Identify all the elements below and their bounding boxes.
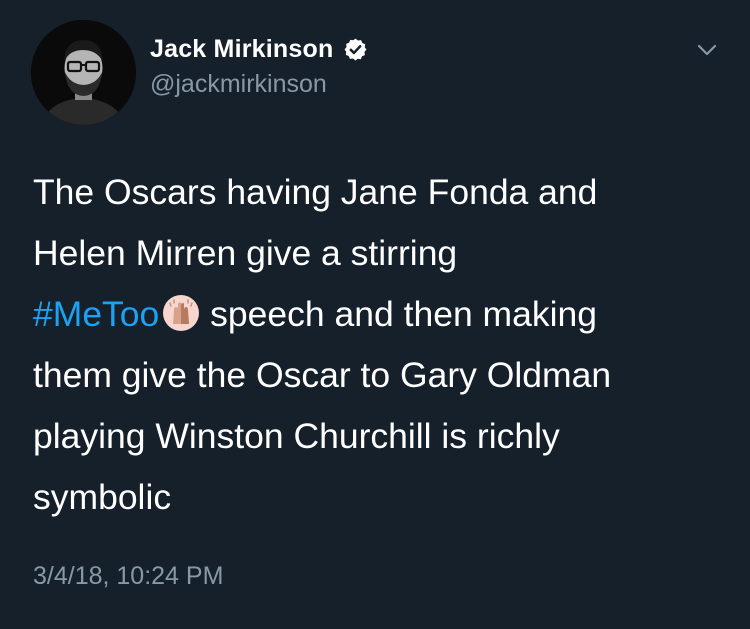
tweet-card: Jack Mirkinson @jackmirkinson The Oscars… bbox=[0, 0, 750, 629]
avatar[interactable] bbox=[31, 20, 136, 125]
author-handle[interactable]: @jackmirkinson bbox=[150, 70, 327, 99]
tweet-text-line: Helen Mirren give a stirring bbox=[33, 233, 458, 273]
verified-badge-icon bbox=[343, 37, 368, 62]
hashtag-link[interactable]: #MeToo bbox=[33, 294, 159, 334]
tweet-text-line: The Oscars having Jane Fonda and bbox=[33, 172, 598, 212]
tweet-text-line: #MeToo speech and then making bbox=[33, 284, 723, 345]
tweet-text-line: symbolic bbox=[33, 477, 172, 517]
tweet-text-line: playing Winston Churchill is richly bbox=[33, 416, 560, 456]
chevron-down-icon[interactable] bbox=[692, 35, 722, 65]
tweet-timestamp[interactable]: 3/4/18, 10:24 PM bbox=[33, 562, 223, 591]
author-name-row: Jack Mirkinson bbox=[150, 33, 368, 65]
display-name[interactable]: Jack Mirkinson bbox=[150, 35, 333, 64]
profile-photo bbox=[31, 20, 136, 125]
tweet-text-segment: speech and then making bbox=[200, 294, 597, 334]
raised-hands-emoji-icon bbox=[162, 294, 200, 332]
tweet-text-line: them give the Oscar to Gary Oldman bbox=[33, 355, 612, 395]
tweet-text: The Oscars having Jane Fonda and Helen M… bbox=[33, 162, 723, 528]
